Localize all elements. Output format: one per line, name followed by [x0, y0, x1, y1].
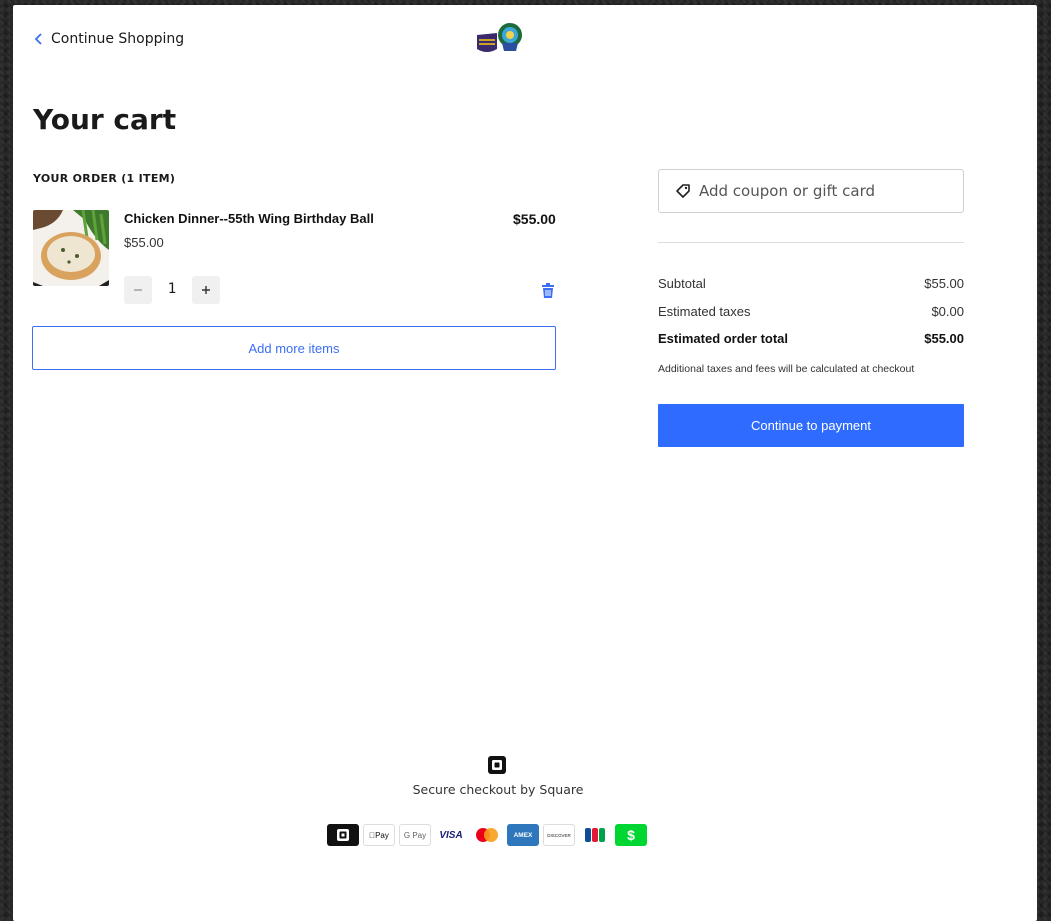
- item-thumbnail: [33, 210, 109, 286]
- order-heading: YOUR ORDER (1 ITEM): [33, 172, 176, 185]
- coupon-field[interactable]: [658, 169, 964, 213]
- add-more-items-button[interactable]: Add more items: [32, 326, 556, 370]
- continue-to-payment-button[interactable]: Continue to payment: [658, 404, 964, 447]
- google-pay-icon: G Pay: [399, 824, 431, 846]
- apple-pay-icon: Pay: [363, 824, 395, 846]
- order-total-row: Estimated order total $55.00: [658, 331, 964, 346]
- wing-emblem-icon: [477, 23, 522, 52]
- page-title: Your cart: [33, 103, 177, 136]
- store-logo[interactable]: [475, 21, 527, 57]
- taxes-label: Estimated taxes: [658, 304, 751, 319]
- mastercard-icon: [471, 824, 503, 846]
- taxes-note: Additional taxes and fees will be calcul…: [658, 363, 915, 375]
- payment-methods: Pay G Pay VISA AMEX DISCOVER $: [327, 824, 647, 846]
- visa-icon: VISA: [435, 824, 467, 846]
- jcb-icon: [579, 824, 611, 846]
- secure-checkout-text: Secure checkout by Square: [412, 782, 584, 797]
- minus-icon: [134, 289, 142, 291]
- cash-app-icon: $: [615, 824, 647, 846]
- continue-shopping-link[interactable]: Continue Shopping: [33, 31, 184, 47]
- tag-icon: [676, 184, 690, 198]
- increase-quantity-button[interactable]: [192, 276, 220, 304]
- square-logo-icon: [488, 756, 506, 774]
- amex-icon: AMEX: [507, 824, 539, 846]
- subtotal-row: Subtotal $55.00: [658, 276, 964, 291]
- chevron-left-icon: [34, 33, 42, 45]
- item-name[interactable]: Chicken Dinner--55th Wing Birthday Ball: [124, 211, 374, 226]
- coupon-input[interactable]: [697, 181, 941, 201]
- plus-icon: [202, 286, 210, 294]
- taxes-value: $0.00: [931, 304, 964, 319]
- order-total-label: Estimated order total: [658, 331, 789, 346]
- subtotal-value: $55.00: [924, 276, 964, 291]
- item-unit-price: $55.00: [124, 235, 164, 250]
- trash-icon[interactable]: [541, 283, 555, 299]
- continue-shopping-label: Continue Shopping: [51, 31, 185, 47]
- cart-panel: Continue Shopping Your cart YOUR ORDER (…: [13, 5, 1037, 921]
- order-total-value: $55.00: [924, 331, 964, 346]
- quantity-value: 1: [167, 281, 177, 297]
- subtotal-label: Subtotal: [658, 276, 706, 291]
- taxes-row: Estimated taxes $0.00: [658, 304, 964, 319]
- item-total-price: $55.00: [513, 211, 556, 227]
- square-icon: [327, 824, 359, 846]
- summary-divider: [658, 242, 964, 243]
- discover-icon: DISCOVER: [543, 824, 575, 846]
- decrease-quantity-button[interactable]: [124, 276, 152, 304]
